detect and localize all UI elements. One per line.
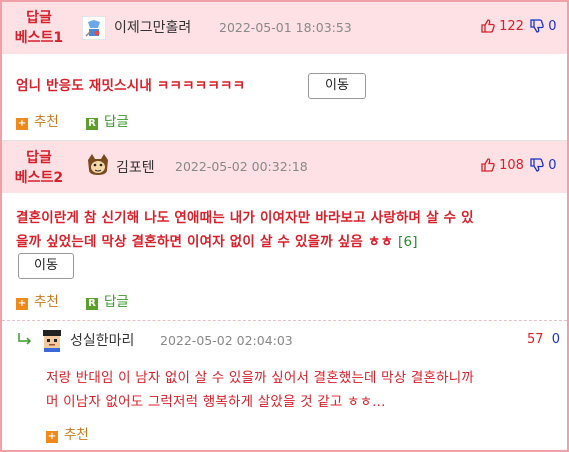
recommend-button[interactable]: + 추천 (16, 290, 59, 310)
author-name[interactable]: 김포텐 (116, 157, 155, 177)
upvote-count: 108 (499, 158, 524, 173)
thumbs-down-icon[interactable] (530, 158, 544, 176)
plus-icon: + (46, 431, 58, 443)
recommend-label: 추천 (34, 294, 59, 310)
reply-button[interactable]: R 답글 (86, 290, 129, 310)
comment-text-line: 을까 싶었는데 막상 결혼하면 이여자 없이 살 수 있을까 싶음 ㅎㅎ [6] (16, 230, 561, 254)
comment-text: 엄니 반응도 재밋스시내 ㅋㅋㅋㅋㅋㅋㅋ (16, 78, 246, 94)
comment-text: 결혼이란게 참 신기해 나도 연애때는 내가 이여자만 바라보고 사랑하며 살 … (16, 206, 561, 254)
reply-count[interactable]: [6] (398, 234, 418, 250)
author-name[interactable]: 이제그만홀려 (114, 17, 191, 37)
user-avatar-icon (40, 328, 64, 352)
recommend-button[interactable]: + 추천 (16, 110, 59, 130)
thumbs-up-icon[interactable] (481, 158, 495, 176)
upvote-count[interactable]: 57 (527, 332, 544, 347)
post-date: 2022-05-02 00:32:18 (175, 159, 308, 174)
user-avatar-icon (88, 154, 108, 175)
best-label: 답글 베스트2 (14, 150, 64, 186)
plus-icon: + (16, 118, 28, 130)
reply-icon: R (86, 298, 98, 310)
reply-label: 답글 (104, 294, 129, 310)
downvote-count: 0 (548, 19, 557, 34)
recommend-button[interactable]: + 추천 (46, 423, 89, 443)
thumbs-down-icon[interactable] (530, 19, 544, 37)
plus-icon: + (16, 298, 28, 310)
best-comment-header: 답글 베스트1 이제그만홀려 2022-05-01 18:03:53 122 0 (2, 2, 567, 54)
reply-text: 저랑 반대임 이 남자 없이 살 수 있을까 싶어서 결혼했는데 막상 결혼하니… (46, 366, 561, 414)
recommend-label: 추천 (64, 427, 89, 443)
reply-arrow-icon (18, 333, 32, 345)
comment-list: 답글 베스트1 이제그만홀려 2022-05-01 18:03:53 122 0… (0, 0, 569, 452)
post-date: 2022-05-01 18:03:53 (219, 20, 352, 35)
reply-text-line: 저랑 반대임 이 남자 없이 살 수 있을까 싶어서 결혼했는데 막상 결혼하니… (46, 370, 475, 386)
best-comment-header: 답글 베스트2 김포텐 2022-05-02 00:32:18 108 0 (2, 141, 567, 193)
best-label: 답글 베스트1 (14, 10, 64, 46)
reply-button[interactable]: R 답글 (86, 110, 129, 130)
author-name[interactable]: 성실한마리 (70, 330, 134, 350)
comment-text-line: 결혼이란게 참 신기해 나도 연애때는 내가 이여자만 바라보고 사랑하며 살 … (16, 210, 474, 226)
recommend-label: 추천 (34, 114, 59, 130)
thumbs-up-icon[interactable] (481, 19, 495, 37)
post-date: 2022-05-02 02:04:03 (160, 333, 293, 348)
reply-text-line: 머 이남자 없어도 그럭저럭 행복하게 살았을 것 같고 ㅎㅎ... (46, 394, 386, 410)
divider (2, 320, 567, 321)
reply-label: 답글 (104, 114, 129, 130)
downvote-count[interactable]: 0 (552, 332, 560, 347)
vote-counts: 122 0 (481, 19, 557, 37)
downvote-count: 0 (548, 158, 557, 173)
vote-counts: 108 0 (481, 158, 557, 176)
move-button[interactable]: 이동 (308, 73, 366, 99)
upvote-count: 122 (499, 19, 524, 34)
reply-icon: R (86, 118, 98, 130)
comment-text-line2: 을까 싶었는데 막상 결혼하면 이여자 없이 살 수 있을까 싶음 ㅎㅎ (16, 234, 394, 250)
user-avatar-icon (82, 16, 106, 40)
vote-counts: 57 0 (527, 332, 560, 347)
move-button[interactable]: 이동 (18, 253, 74, 279)
